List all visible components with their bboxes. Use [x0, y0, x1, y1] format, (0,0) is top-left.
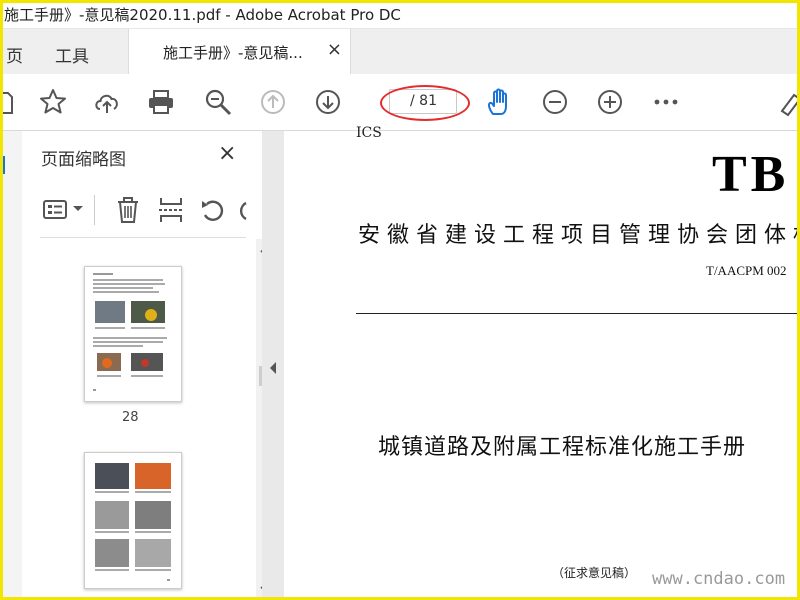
zoom-icon[interactable]	[203, 87, 233, 117]
more-icon[interactable]	[651, 87, 681, 117]
active-panel-indicator	[2, 156, 5, 174]
extract-page-icon[interactable]	[156, 195, 186, 225]
doc-draft-label: （征求意见稿）	[552, 566, 637, 580]
menu-tools[interactable]: 工具	[55, 42, 89, 67]
tab-close-button[interactable]: ×	[327, 39, 342, 60]
delete-page-icon[interactable]	[114, 195, 142, 225]
chevron-down-icon[interactable]	[72, 205, 84, 213]
panel-collapse-bar[interactable]	[262, 131, 284, 600]
sign-icon[interactable]	[778, 87, 800, 117]
thumbnail-options-icon[interactable]	[42, 197, 70, 223]
doc-standard-code: TB	[712, 146, 790, 203]
doc-title: 城镇道路及附属工程标准化施工手册	[378, 435, 747, 460]
menu-bar: 页 工具 施工手册》-意见稿... ×	[0, 29, 800, 74]
document-page: ICS TB 安徽省建设工程项目管理协会团体标 T/AACPM 002 城镇道路…	[284, 125, 800, 600]
save-icon[interactable]	[0, 87, 16, 117]
collapse-arrow-icon[interactable]	[269, 362, 277, 374]
zoom-out-icon[interactable]	[540, 87, 570, 117]
zoom-in-icon[interactable]	[595, 87, 625, 117]
page-down-icon[interactable]	[313, 87, 343, 117]
panel-title: 页面缩略图	[41, 150, 126, 170]
window-title: 施工手册》-意见稿2020.11.pdf - Adobe Acrobat Pro…	[4, 6, 401, 24]
hand-tool-icon[interactable]	[484, 87, 514, 117]
page-up-icon[interactable]	[258, 87, 288, 117]
page-thumbnails-panel: 页面缩略图 × 28	[22, 131, 276, 600]
panel-close-button[interactable]: ×	[218, 141, 236, 166]
watermark: www.cndao.com	[652, 569, 786, 589]
page-thumbnail[interactable]	[84, 266, 182, 402]
tab-label: 施工手册》-意见稿...	[163, 44, 303, 62]
doc-header-rule	[356, 313, 800, 314]
print-icon[interactable]	[146, 87, 176, 117]
upload-cloud-icon[interactable]	[92, 87, 122, 117]
page-thumbnail[interactable]	[84, 452, 182, 589]
annotation-circle	[380, 85, 470, 121]
left-panel-strip	[0, 131, 23, 600]
star-icon[interactable]	[38, 87, 68, 117]
toolbar-divider	[94, 195, 95, 225]
title-bar: 施工手册》-意见稿2020.11.pdf - Adobe Acrobat Pro…	[0, 0, 800, 29]
rotate-ccw-icon[interactable]	[198, 195, 228, 225]
main-toolbar: / 81	[0, 74, 800, 131]
document-viewport[interactable]: ICS TB 安徽省建设工程项目管理协会团体标 T/AACPM 002 城镇道路…	[284, 125, 800, 600]
doc-association: 安徽省建设工程项目管理协会团体标	[358, 223, 800, 248]
thumbnail-preview	[93, 273, 167, 391]
thumbnail-list: 28	[22, 239, 254, 600]
doc-ics-label: ICS	[356, 125, 382, 141]
thumbnail-page-number: 28	[122, 410, 139, 425]
rotate-cw-icon[interactable]	[234, 195, 248, 225]
document-tab[interactable]: 施工手册》-意见稿... ×	[128, 29, 351, 74]
thumbnail-preview	[95, 463, 171, 581]
menu-home[interactable]: 页	[6, 42, 23, 67]
doc-standard-number: T/AACPM 002	[706, 263, 787, 278]
panel-divider	[40, 237, 246, 238]
panel-toolbar	[40, 191, 248, 231]
